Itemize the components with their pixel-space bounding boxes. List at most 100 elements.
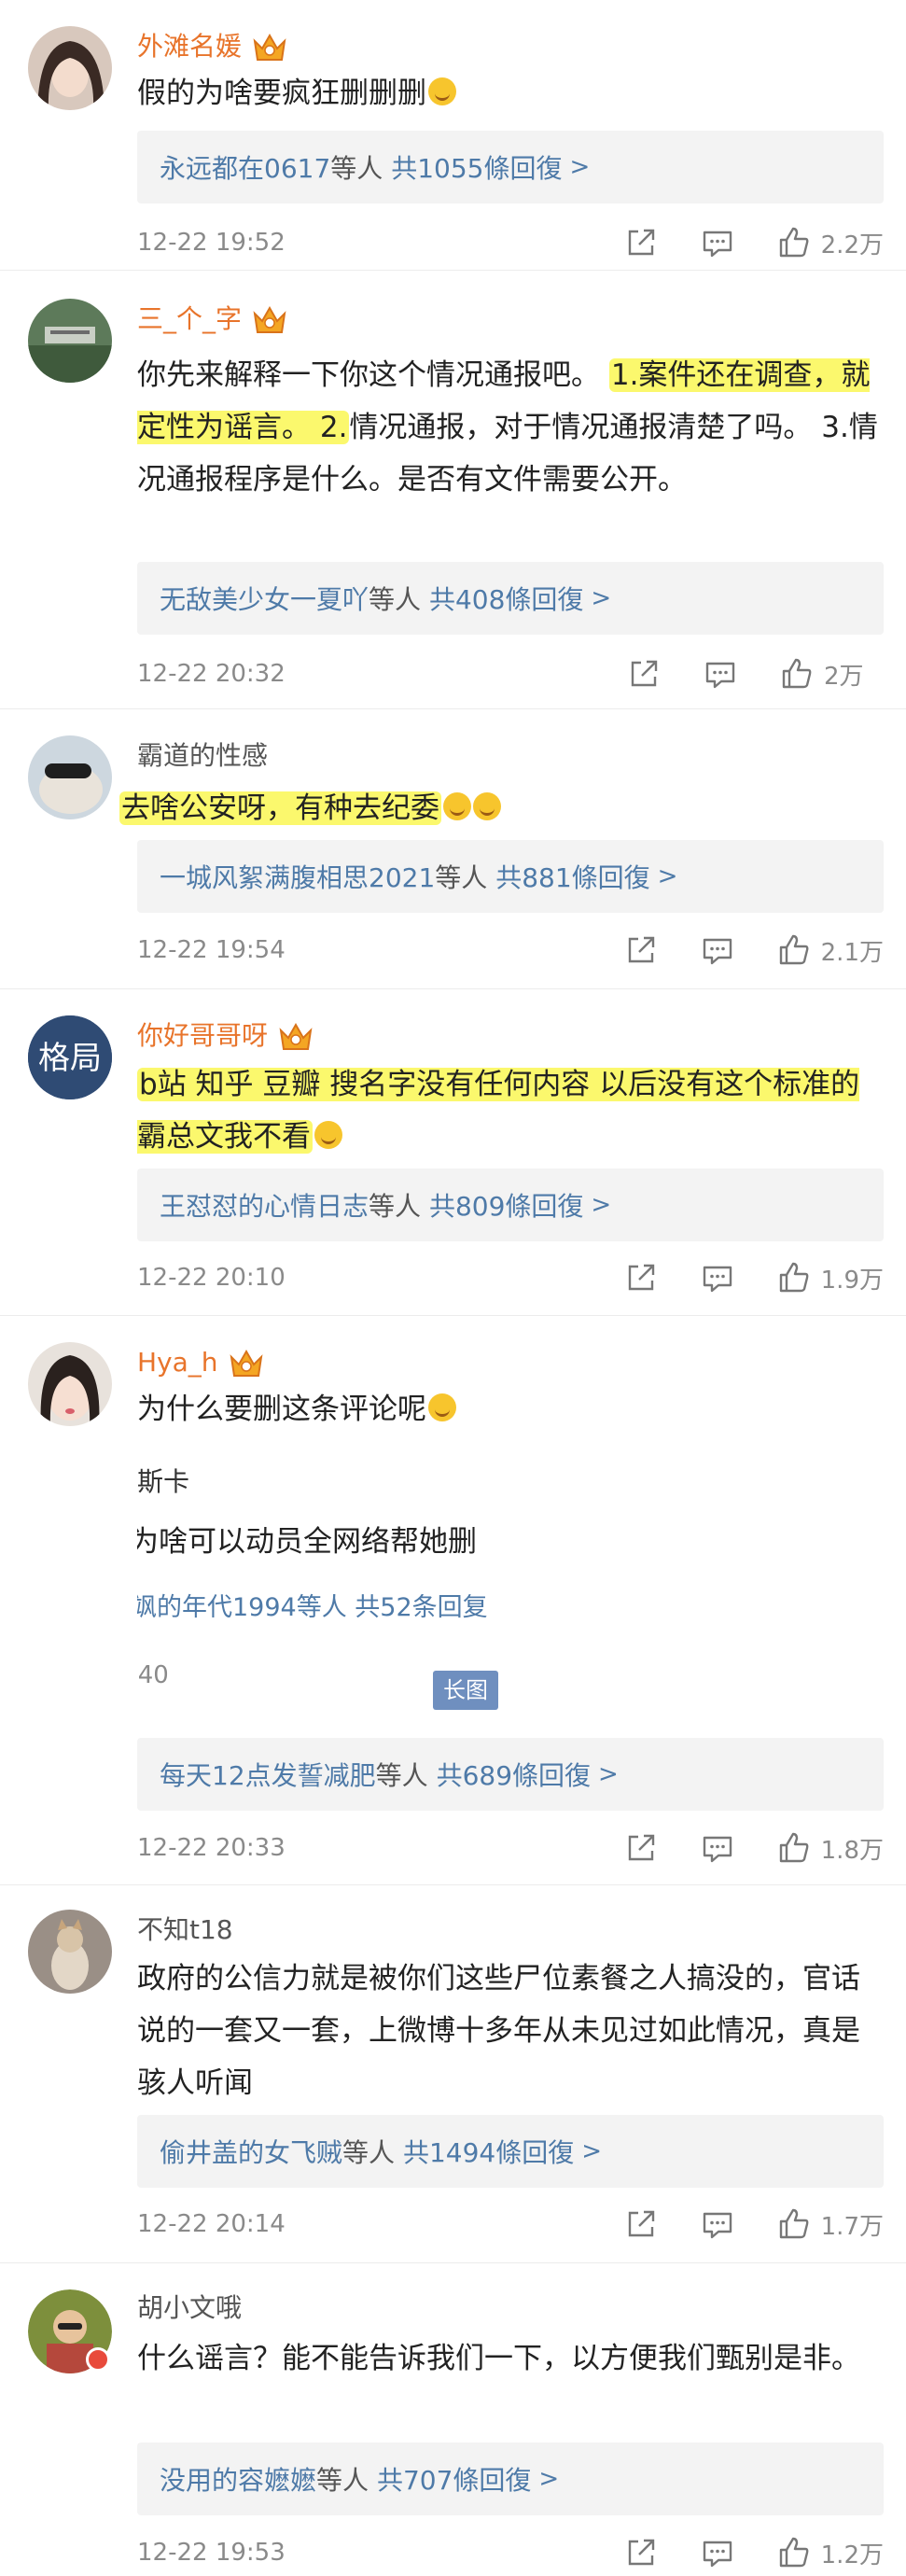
comment-text: 为什么要删这条评论呢	[137, 1383, 884, 1435]
verified-badge-icon	[86, 2347, 110, 2372]
grin-emoji-icon	[428, 1393, 456, 1421]
avatar-text: 格局	[38, 1040, 102, 1077]
comment-header: Hya_h	[137, 1344, 265, 1381]
like-icon	[779, 2537, 809, 2568]
reply-count[interactable]: 共809條回復	[429, 1186, 583, 1224]
avatar[interactable]	[28, 1910, 112, 1994]
reply-count[interactable]: 共1494條回復	[403, 2133, 574, 2170]
reply-count[interactable]: 共881條回復	[495, 858, 649, 895]
reply-count[interactable]: 共408條回復	[429, 580, 583, 617]
share-button[interactable]	[623, 932, 659, 968]
comment-icon	[703, 938, 732, 965]
comment-text-content: 政府的公信力就是被你们这些尸位素餐之人搞没的，官话说的一套又一套，上微博十多年从…	[137, 1962, 860, 2100]
avatar[interactable]	[28, 26, 112, 110]
like-button[interactable]: 2.2万	[776, 225, 884, 260]
reply-suffix: 等人	[435, 862, 488, 893]
comment-meta: 12-22 19:52 2.2万	[137, 219, 884, 266]
reply-names[interactable]: 王怼怼的心情日志	[160, 1186, 369, 1224]
avatar[interactable]	[28, 299, 112, 383]
reply-names[interactable]: 每天12点发誓减肥	[160, 1756, 376, 1793]
comment-meta: 12-22 20:14 1.7万	[137, 2201, 884, 2247]
like-button[interactable]: 2.1万	[776, 932, 884, 968]
like-count: 2万	[824, 662, 864, 691]
share-button[interactable]	[623, 225, 659, 260]
reply-count[interactable]: 共1055條回復	[391, 148, 562, 186]
username[interactable]: 不知t18	[137, 1911, 233, 1949]
comment-item: 胡小文哦 什么谣言？能不能告诉我们一下，以方便我们甄别是非。 没用的容嬷嬷 等人 …	[0, 2263, 906, 2576]
avatar[interactable]: 格局	[28, 1015, 112, 1099]
comment-icon	[703, 2212, 732, 2239]
like-button[interactable]: 2万	[779, 656, 884, 692]
reply-names[interactable]: 无敌美少女一夏吖	[160, 580, 369, 617]
username[interactable]: 你好哥哥呀	[137, 1017, 268, 1055]
avatar[interactable]	[28, 735, 112, 819]
chevron-right-icon: >	[598, 1760, 619, 1788]
reply-names[interactable]: 偷井盖的女飞贼	[160, 2133, 342, 2170]
timestamp: 12-22 20:32	[137, 660, 286, 688]
comment-icon	[703, 1836, 732, 1863]
comment-icon	[703, 2541, 732, 2568]
share-button[interactable]	[623, 1260, 659, 1295]
username[interactable]: Hya_h	[137, 1344, 218, 1381]
username[interactable]: 三_个_字	[137, 301, 242, 338]
comment-icon	[703, 231, 732, 258]
reply-count[interactable]: 共689條回復	[437, 1756, 591, 1793]
like-icon	[782, 658, 812, 689]
like-button[interactable]: 1.9万	[776, 1260, 884, 1295]
like-icon	[779, 1262, 809, 1293]
share-button[interactable]	[623, 2206, 659, 2242]
comment-meta: 12-22 19:54 2.1万	[137, 927, 884, 973]
reply-summary[interactable]: 无敌美少女一夏吖 等人 共408條回復 >	[137, 562, 884, 635]
reply-summary[interactable]: 没用的容嬷嬷 等人 共707條回復 >	[137, 2443, 884, 2515]
share-button[interactable]	[623, 1830, 659, 1866]
reply-summary[interactable]: 王怼怼的心情日志 等人 共809條回復 >	[137, 1169, 884, 1241]
chevron-right-icon: >	[591, 584, 612, 612]
username[interactable]: 胡小文哦	[137, 2289, 242, 2327]
username[interactable]: 霸道的性感	[137, 737, 268, 775]
share-button[interactable]	[626, 656, 662, 692]
timestamp: 12-22 20:10	[137, 1264, 286, 1292]
reply-summary[interactable]: 一城风絮满腹相思2021 等人 共881條回復 >	[137, 840, 884, 913]
reply-names[interactable]: 一城风絮满腹相思2021	[160, 858, 435, 895]
chevron-right-icon: >	[538, 2465, 560, 2493]
reply-summary[interactable]: 偷井盖的女飞贼 等人 共1494條回復 >	[137, 2115, 884, 2188]
reply-summary[interactable]: 每天12点发誓减肥 等人 共689條回復 >	[137, 1738, 884, 1811]
timestamp: 12-22 19:54	[137, 936, 286, 964]
highlighted-text: 去啥公安呀，有种去纪委	[119, 791, 441, 825]
avatar[interactable]	[28, 2289, 112, 2373]
reply-suffix: 等人	[369, 584, 422, 615]
like-count: 2.2万	[820, 231, 884, 259]
like-button[interactable]: 1.2万	[776, 2535, 884, 2570]
reply-count[interactable]: 共707條回復	[377, 2460, 531, 2498]
like-button[interactable]: 1.8万	[776, 1830, 884, 1866]
chevron-right-icon: >	[581, 2137, 602, 2165]
reply-summary[interactable]: 永远都在0617 等人 共1055條回復 >	[137, 131, 884, 203]
chevron-right-icon: >	[591, 1191, 612, 1219]
comment-header: 霸道的性感	[137, 737, 268, 775]
reply-suffix: 等人	[375, 1760, 428, 1791]
comment-icon	[703, 1266, 732, 1293]
comment-button[interactable]	[700, 932, 735, 968]
username[interactable]: 外滩名媛	[137, 28, 242, 65]
share-icon	[631, 660, 658, 687]
comment-button[interactable]	[703, 656, 738, 692]
comment-button[interactable]	[700, 1260, 735, 1295]
crown-icon	[277, 1019, 314, 1053]
reply-names[interactable]: 永远都在0617	[160, 148, 330, 186]
comment-meta: 12-22 19:53 1.2万	[137, 2529, 884, 2576]
comment-item: 外滩名媛 假的为啥要疯狂删删删 永远都在0617 等人 共1055條回復 > 12-…	[0, 0, 906, 271]
comment-button[interactable]	[700, 225, 735, 260]
comment-header: 你好哥哥呀	[137, 1017, 314, 1055]
share-button[interactable]	[623, 2535, 659, 2570]
like-count: 1.8万	[820, 1836, 884, 1865]
comment-header: 胡小文哦	[137, 2289, 242, 2327]
comment-button[interactable]	[700, 2206, 735, 2242]
avatar[interactable]	[28, 1342, 112, 1426]
comment-button[interactable]	[700, 1830, 735, 1866]
comment-button[interactable]	[700, 2535, 735, 2570]
reply-names[interactable]: 没用的容嬷嬷	[160, 2460, 316, 2498]
like-count: 1.7万	[820, 2212, 884, 2241]
like-icon	[779, 227, 809, 258]
chevron-right-icon: >	[657, 862, 678, 890]
like-button[interactable]: 1.7万	[776, 2206, 884, 2242]
